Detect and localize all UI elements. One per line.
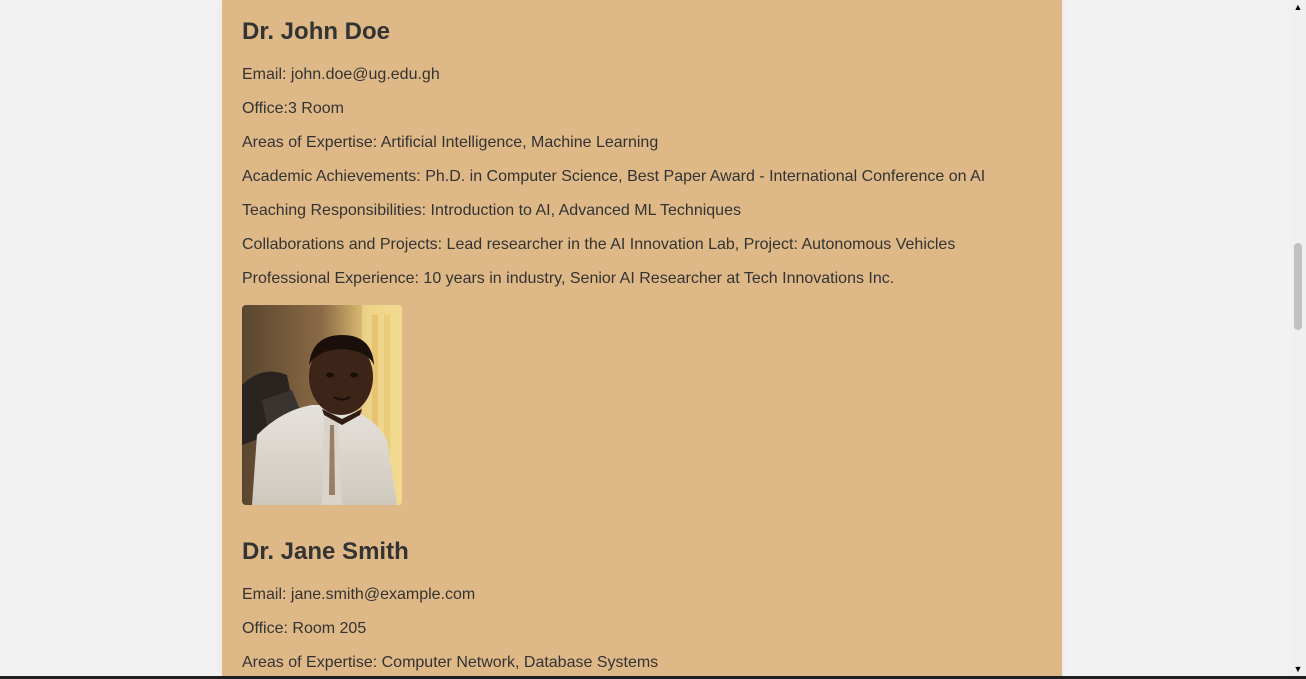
vertical-scrollbar[interactable]: ▲ ▼ xyxy=(1290,0,1306,679)
faculty-email: Email: jane.smith@example.com xyxy=(242,586,476,603)
scroll-down-arrow-icon[interactable]: ▼ xyxy=(1290,662,1306,676)
scroll-up-arrow-icon[interactable]: ▲ xyxy=(1290,0,1306,14)
faculty-achievements: Academic Achievements: Ph.D. in Computer… xyxy=(242,168,986,185)
faculty-expertise: Areas of Expertise: Computer Network, Da… xyxy=(242,654,659,671)
faculty-photo xyxy=(242,305,402,505)
faculty-office: Office:3 Room xyxy=(242,100,344,117)
faculty-collaborations: Collaborations and Projects: Lead resear… xyxy=(242,236,956,253)
faculty-profile-jane-smith: Dr. Jane Smith Email: jane.smith@example… xyxy=(242,538,1042,671)
page-viewport: Dr. John Doe Email: john.doe@ug.edu.gh O… xyxy=(0,0,1290,676)
faculty-card: Dr. John Doe Email: john.doe@ug.edu.gh O… xyxy=(222,0,1062,676)
faculty-office: Office: Room 205 xyxy=(242,620,367,637)
faculty-name: Dr. Jane Smith xyxy=(242,538,409,565)
scrollbar-thumb[interactable] xyxy=(1294,243,1302,330)
faculty-teaching: Teaching Responsibilities: Introduction … xyxy=(242,202,741,219)
faculty-email: Email: john.doe@ug.edu.gh xyxy=(242,66,440,83)
faculty-experience: Professional Experience: 10 years in ind… xyxy=(242,270,895,287)
faculty-profile-john-doe: Dr. John Doe Email: john.doe@ug.edu.gh O… xyxy=(242,18,1042,505)
faculty-expertise: Areas of Expertise: Artificial Intellige… xyxy=(242,134,659,151)
faculty-name: Dr. John Doe xyxy=(242,18,391,45)
faculty-photo-image xyxy=(242,305,402,505)
